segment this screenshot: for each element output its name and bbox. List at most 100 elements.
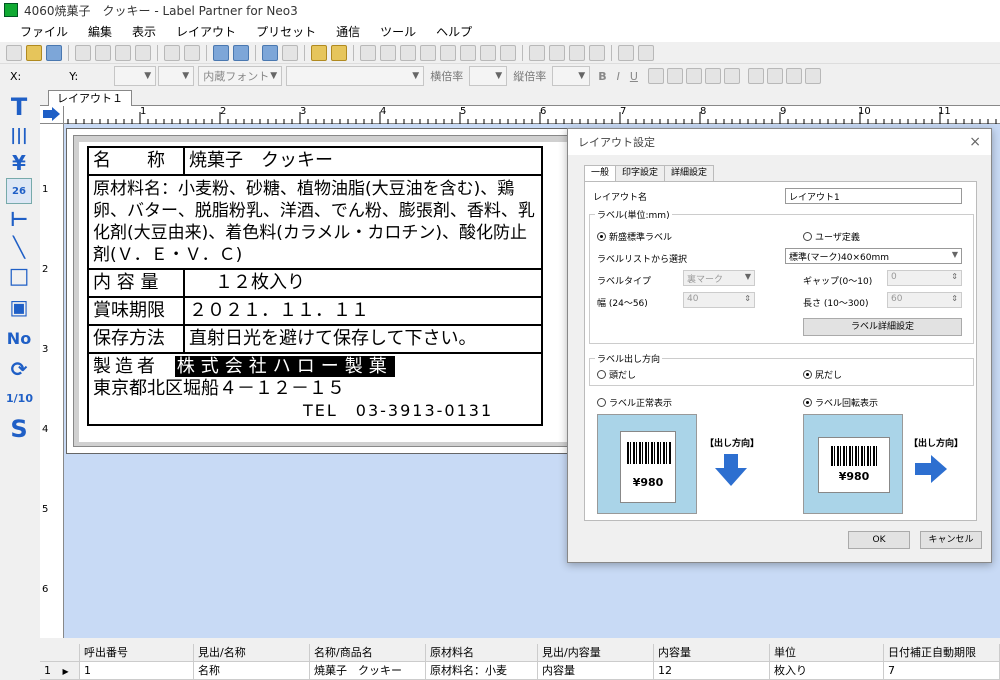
tail-out-label[interactable]: 尻だし [803,368,842,381]
italic-button[interactable]: I [617,70,620,83]
zoom-out-icon[interactable] [233,44,249,61]
expiry-value[interactable]: ２０２１．１１．１１ [183,296,543,326]
menu-help[interactable]: ヘルプ [426,23,482,40]
text-distribute-icon[interactable] [723,68,740,84]
pencil-icon[interactable] [766,68,783,84]
rectangle-tool-icon[interactable]: □ [6,264,32,290]
same-width-icon[interactable] [480,44,496,61]
font-select[interactable]: 内蔵フォント ▼ [198,66,283,86]
line-tool-icon[interactable]: ⊢ [6,206,32,232]
radio-user[interactable] [803,232,812,241]
menu-communication[interactable]: 通信 [326,23,370,40]
radio-user-label[interactable]: ユーザ定義 [803,230,860,243]
move-region-icon[interactable] [638,44,654,61]
grid-header[interactable]: 見出/内容量 [538,644,654,662]
menu-edit[interactable]: 編集 [78,23,122,40]
grid-cell[interactable]: 7 [884,662,1000,680]
grid-header[interactable]: 単位 [770,644,884,662]
name-value[interactable]: 焼菓子 クッキー [183,146,543,176]
gap-input[interactable]: 0 ⇕ [887,270,962,286]
address-text[interactable]: 東京都北区堀船４－１２－１５ [93,378,537,400]
save-icon[interactable] [46,44,62,61]
group-icon[interactable] [529,44,545,61]
font-size-select[interactable]: ▼ [286,66,425,86]
grid-header[interactable]: 呼出番号 [80,644,194,662]
new-file-icon[interactable] [6,44,22,61]
align-center-icon[interactable] [380,44,396,61]
horizontal-scale-select[interactable]: ▼ [469,66,508,86]
label-canvas[interactable]: 名 称 焼菓子 クッキー 原材料名：小麦粉、砂糖、植物油脂(大豆油を含む)、鶏卵… [66,128,586,454]
menu-file[interactable]: ファイル [10,23,78,40]
table-view-icon[interactable] [282,44,298,61]
menu-layout[interactable]: レイアウト [166,23,246,40]
delete-icon[interactable] [135,44,151,61]
manufacturer-name[interactable]: 株式会社ハロー製菓 [174,356,395,377]
grid-row-header[interactable]: 1 ▶ [40,662,80,680]
text-align-center-icon[interactable] [666,68,683,84]
text-tool-icon[interactable]: T [6,94,32,120]
grid-cell[interactable]: 1 [80,662,194,680]
quantity-key[interactable]: 内 容 量 [87,268,185,298]
price-tool-icon[interactable]: ¥ [6,150,32,176]
align-middle-icon[interactable] [440,44,456,61]
text-align-right-icon[interactable] [685,68,702,84]
radio-standard-label[interactable]: 新盛標準ラベル [597,230,672,243]
tel-text[interactable]: TEL 03-3913-0131 [303,400,537,422]
label-type-select[interactable]: 裏マーク ▼ [683,270,755,286]
menu-view[interactable]: 表示 [122,23,166,40]
width-input[interactable]: 40 ⇕ [683,292,755,308]
radio-normal-display[interactable] [597,398,606,407]
cancel-button[interactable]: キャンセル [920,531,982,549]
radio-head-out[interactable] [597,370,606,379]
open-folder-icon[interactable] [26,44,42,61]
grid-header[interactable]: 見出/名称 [194,644,310,662]
fill-icon[interactable] [785,68,802,84]
grid-cell[interactable]: 枚入り [770,662,884,680]
redo-icon[interactable] [184,44,200,61]
grid-header[interactable]: 原材料名 [426,644,538,662]
label-detail-settings-button[interactable]: ラベル詳細設定 [803,318,962,336]
normal-display-label[interactable]: ラベル正常表示 [597,396,672,409]
zoom-in-icon[interactable] [213,44,229,61]
ingredients-text[interactable]: 原材料名：小麦粉、砂糖、植物油脂(大豆油を含む)、鶏卵、バター、脱脂粉乳、洋酒、… [87,174,543,270]
grid-view-icon[interactable] [262,44,278,61]
fraction-tool-icon[interactable]: 1/10 [6,386,33,412]
grid-cell[interactable]: 内容量 [538,662,654,680]
ungroup-icon[interactable] [549,44,565,61]
y-combo[interactable]: ▼ [158,66,195,86]
x-combo[interactable]: ▼ [114,66,157,86]
menu-preset[interactable]: プリセット [246,23,326,40]
name-key[interactable]: 名 称 [87,146,185,176]
storage-key[interactable]: 保存方法 [87,324,185,354]
undo-icon[interactable] [164,44,180,61]
bring-front-icon[interactable] [569,44,585,61]
spell-check-icon[interactable] [747,68,764,84]
vertical-scale-select[interactable]: ▼ [552,66,591,86]
storage-value[interactable]: 直射日光を避けて保存して下さい。 [183,324,543,354]
grid-cell[interactable]: 焼菓子 クッキー [310,662,426,680]
grid-cell[interactable]: 12 [654,662,770,680]
text-justify-icon[interactable] [704,68,721,84]
label-list-select[interactable]: 標準(マーク)40×60mm ▼ [785,248,962,264]
grid-cell[interactable]: 名称 [194,662,310,680]
align-left-icon[interactable] [360,44,376,61]
tab-general[interactable]: 一般 [584,165,617,181]
key-icon[interactable] [804,68,821,84]
diagonal-line-tool-icon[interactable]: ╲ [6,234,32,260]
align-top-icon[interactable] [420,44,436,61]
copy-icon[interactable] [75,44,91,61]
radio-standard[interactable] [597,232,606,241]
symbol-tool-icon[interactable]: S [6,416,32,442]
underline-button[interactable]: U [630,70,638,83]
radio-tail-out[interactable] [803,370,812,379]
label-sheet[interactable]: 名 称 焼菓子 クッキー 原材料名：小麦粉、砂糖、植物油脂(大豆油を含む)、鶏卵… [79,142,573,442]
paste-icon[interactable] [115,44,131,61]
tab-detail-settings[interactable]: 詳細設定 [664,165,715,181]
select-region-icon[interactable] [618,44,634,61]
expiry-key[interactable]: 賞味期限 [87,296,185,326]
barcode-tool-icon[interactable]: ||| [6,122,32,148]
image-tool-icon[interactable]: ▣ [6,294,32,320]
grid-cell[interactable]: 原材料名：小麦 [426,662,538,680]
align-bottom-icon[interactable] [460,44,476,61]
manufacturer-key[interactable]: 製造者 [93,356,159,377]
